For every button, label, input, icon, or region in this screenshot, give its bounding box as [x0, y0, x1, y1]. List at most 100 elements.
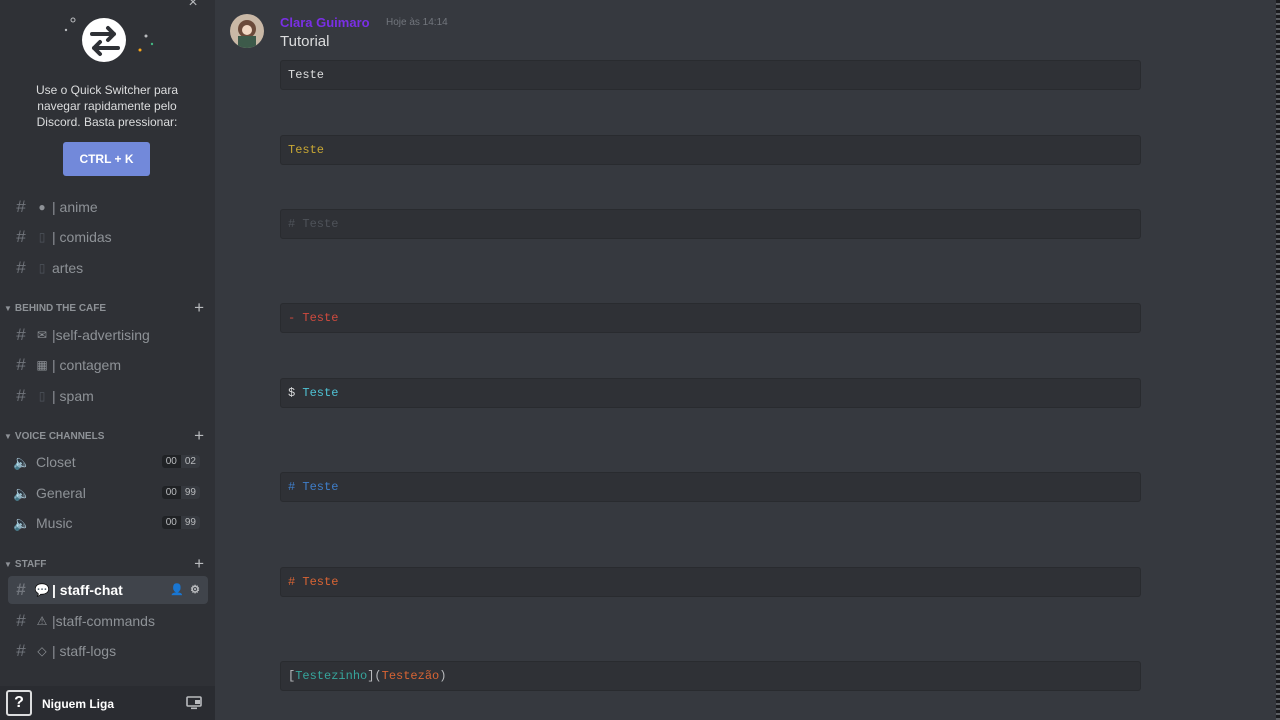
monitor-icon[interactable]	[186, 696, 202, 710]
code-block: # Teste	[280, 472, 1141, 502]
user-panel: ? Niguem Liga	[0, 686, 215, 720]
code-text: # Teste	[288, 480, 339, 494]
channel-emoji: ✉	[36, 328, 48, 342]
user-limit: 02	[180, 455, 200, 468]
quick-switcher-shortcut-button[interactable]: CTRL + K	[63, 142, 150, 176]
category-label: VOICE CHANNELS	[14, 430, 105, 442]
message-text: Tutorial	[280, 33, 330, 50]
code-bracket: ](	[367, 669, 382, 683]
code-link-text: Testezinho	[295, 669, 368, 683]
text-channel-icon: #	[16, 355, 26, 374]
code-text: Teste	[288, 68, 325, 82]
gear-icon[interactable]: ⚙	[190, 583, 200, 596]
category-label: BEHIND THE CAFE	[14, 302, 107, 314]
code-text: Teste	[288, 143, 325, 157]
voice-channel-general[interactable]: 🔈 General 00 99	[8, 479, 208, 507]
channel-label: | spam	[52, 388, 94, 404]
speaker-icon: 🔈	[13, 453, 31, 470]
voice-channel-closet[interactable]: 🔈 Closet 00 02	[8, 448, 208, 476]
voice-channel-music[interactable]: 🔈 Music 00 99	[8, 509, 208, 537]
code-bracket: )	[439, 669, 447, 683]
channel-artes[interactable]: # ▯ artes	[8, 254, 208, 282]
code-link-url: Testezão	[381, 669, 440, 683]
voice-channel-label: Closet	[36, 454, 76, 470]
code-text: - Teste	[288, 311, 339, 325]
invite-icon[interactable]: 👤	[170, 583, 184, 596]
user-count: 00	[165, 487, 177, 498]
user-limit: 99	[180, 516, 200, 529]
channel-label: | staff-logs	[52, 643, 117, 659]
chevron-down-icon: ▼	[4, 303, 12, 313]
channel-label: |self-advertising	[52, 327, 150, 343]
scrollbar[interactable]	[1276, 0, 1280, 720]
text-channel-icon: #	[16, 197, 26, 216]
channel-emoji: ▦	[36, 358, 48, 372]
channel-label: | contagem	[52, 357, 122, 373]
username: Niguem Liga	[42, 697, 115, 711]
add-channel-icon[interactable]: +	[194, 554, 204, 574]
channel-contagem[interactable]: # ▦ | contagem	[8, 351, 208, 379]
avatar-image	[230, 14, 264, 48]
voice-channel-label: Music	[36, 515, 73, 531]
channel-sidebar: × Use o Quick Switcher para navegar rapi…	[0, 0, 215, 720]
text-channel-icon: #	[16, 258, 26, 277]
category-label: STAFF	[14, 558, 47, 570]
channel-emoji: ▯	[38, 389, 46, 403]
user-limit: 99	[180, 486, 200, 499]
code-text: Teste	[302, 386, 339, 400]
channel-actions: 👤 ⚙	[170, 583, 200, 596]
channel-label: |staff-commands	[52, 613, 155, 629]
user-count: 00	[165, 456, 177, 467]
category-voice-channels[interactable]: ▼ VOICE CHANNELS +	[4, 426, 204, 446]
code-block: Teste	[280, 60, 1141, 90]
diamond-icon: ◇	[37, 644, 47, 658]
channel-comidas[interactable]: # ▯ | comidas	[8, 223, 208, 251]
code-block: # Teste	[280, 209, 1141, 239]
channel-self-advertising[interactable]: # ✉ |self-advertising	[8, 321, 208, 349]
channel-label: artes	[52, 260, 84, 276]
text-channel-icon: #	[16, 641, 26, 660]
add-channel-icon[interactable]: +	[194, 426, 204, 446]
channel-staff-logs[interactable]: # ◇ | staff-logs	[8, 637, 208, 665]
channel-emoji: ▯	[38, 261, 46, 275]
code-block: [Testezinho](Testezão)	[280, 661, 1141, 691]
chevron-down-icon: ▼	[4, 559, 12, 569]
close-icon[interactable]: ×	[186, 0, 200, 11]
speaker-icon: 🔈	[13, 514, 31, 531]
channel-label: | comidas	[52, 229, 112, 245]
message-author[interactable]: Clara Guimaro	[280, 15, 370, 30]
channel-anime[interactable]: # ● | anime	[8, 193, 208, 221]
channel-label: | anime	[52, 199, 98, 215]
channel-spam[interactable]: # ▯ | spam	[8, 382, 208, 410]
text-channel-icon: #	[16, 227, 26, 246]
channel-emoji: ▯	[38, 230, 46, 244]
help-avatar-icon[interactable]: ?	[6, 690, 32, 716]
category-staff[interactable]: ▼ STAFF +	[4, 554, 204, 574]
category-behind-the-cafe[interactable]: ▼ BEHIND THE CAFE +	[4, 298, 204, 318]
avatar[interactable]	[230, 14, 264, 48]
text-channel-icon: #	[16, 611, 26, 630]
code-text: # Teste	[288, 575, 339, 589]
code-prefix: $	[288, 386, 303, 400]
user-limit-badge: 00 99	[161, 516, 200, 529]
code-block: - Teste	[280, 303, 1141, 333]
add-channel-icon[interactable]: +	[194, 298, 204, 318]
channel-staff-chat[interactable]: # 💬 | staff-chat 👤 ⚙	[8, 576, 208, 604]
text-channel-icon: #	[16, 325, 26, 344]
chevron-down-icon: ▼	[4, 431, 12, 441]
text-channel-icon: #	[16, 580, 26, 599]
message-timestamp: Hoje às 14:14	[386, 17, 448, 28]
code-block: $ Teste	[280, 378, 1141, 408]
channel-staff-commands[interactable]: # ⚠ |staff-commands	[8, 607, 208, 635]
speech-bubble-icon: 💬	[34, 583, 50, 597]
channel-emoji: ●	[38, 200, 46, 214]
quick-switcher-text: Use o Quick Switcher para navegar rapida…	[35, 83, 179, 129]
speaker-icon: 🔈	[13, 484, 31, 501]
channel-label: | staff-chat	[52, 582, 123, 598]
warning-icon: ⚠	[36, 614, 48, 628]
voice-channel-label: General	[36, 485, 86, 501]
code-text: # Teste	[288, 217, 339, 231]
text-channel-icon: #	[16, 386, 26, 405]
quick-switcher-illustration	[64, 17, 154, 62]
user-count: 00	[165, 517, 177, 528]
